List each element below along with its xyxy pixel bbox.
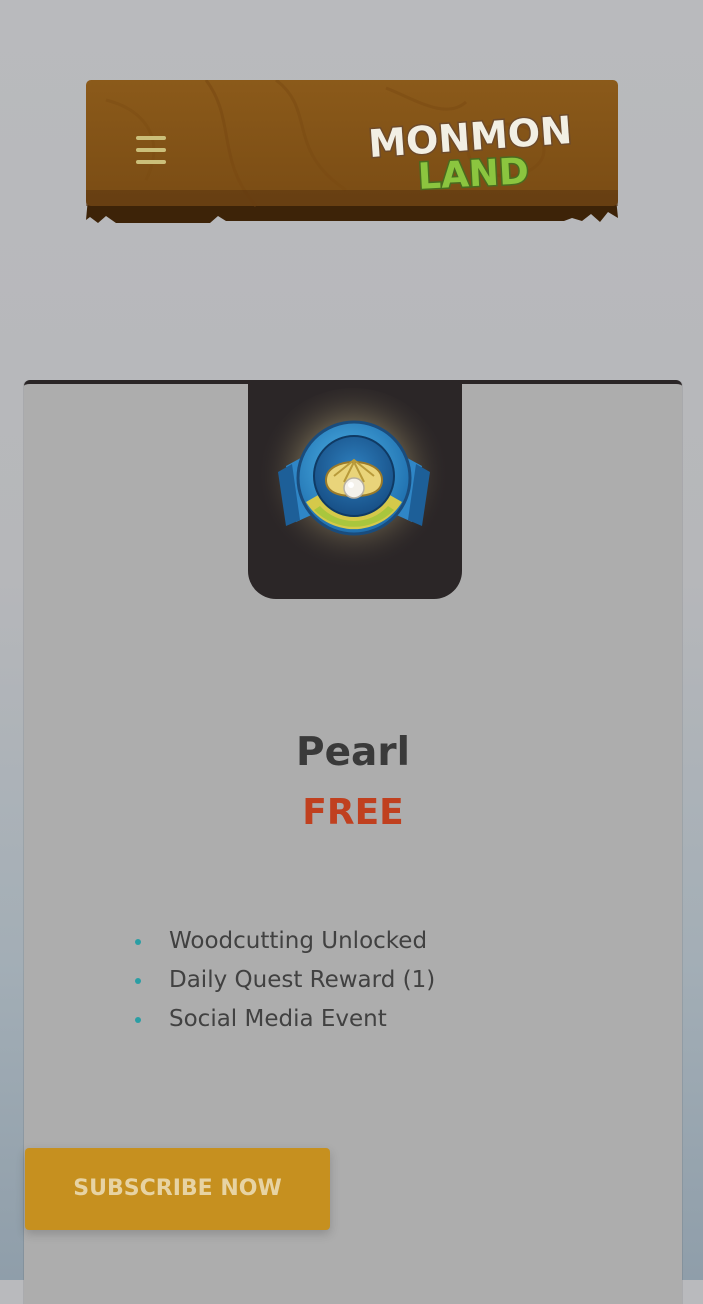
subscribe-now-button[interactable]: SUBSCRIBE NOW — [25, 1148, 330, 1230]
list-item: Daily Quest Reward (1) — [132, 961, 435, 1000]
feature-list: Woodcutting Unlocked Daily Quest Reward … — [132, 922, 435, 1039]
list-item: Woodcutting Unlocked — [132, 922, 435, 961]
svg-text:LAND: LAND — [417, 151, 530, 198]
list-item: Social Media Event — [132, 1000, 435, 1039]
bullet-icon — [135, 978, 141, 984]
feature-label: Social Media Event — [169, 1006, 387, 1032]
hamburger-menu-icon[interactable] — [134, 136, 168, 166]
feature-label: Woodcutting Unlocked — [169, 928, 428, 954]
tier-name: Pearl — [296, 730, 410, 775]
tier-badge-panel — [248, 384, 462, 599]
pearl-shell-badge-icon — [257, 388, 449, 580]
feature-label: Daily Quest Reward (1) — [169, 967, 436, 993]
tier-price: FREE — [302, 792, 404, 833]
bullet-icon — [135, 939, 141, 945]
monmon-land-logo[interactable]: MONMON LAND — [364, 102, 578, 198]
bullet-icon — [135, 1017, 141, 1023]
site-header: MONMON LAND — [86, 80, 618, 224]
